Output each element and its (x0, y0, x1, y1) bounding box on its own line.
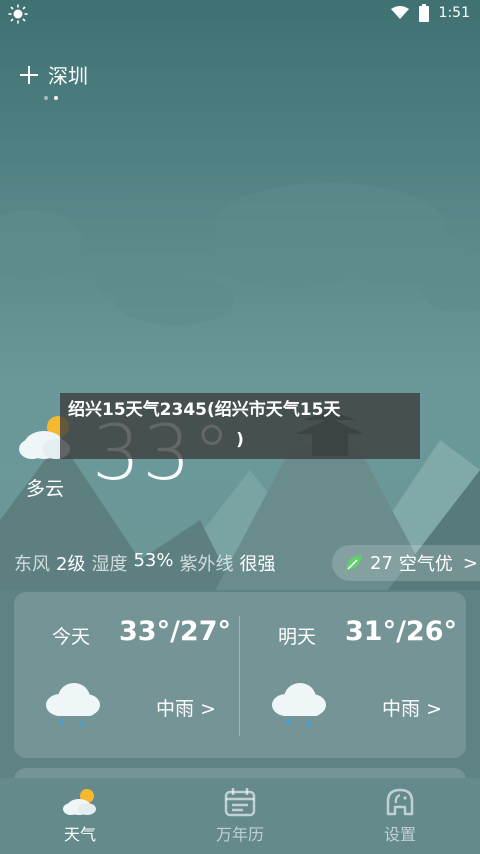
forecast-today[interactable]: 今天 33°/27° 中雨 > (14, 592, 240, 758)
chevron-right-icon: > (462, 552, 478, 574)
humidity-label: 湿度 (91, 554, 128, 575)
status-bar: 1:51 (0, 0, 480, 26)
city-header: 深圳 (18, 60, 88, 89)
leaf-icon (346, 555, 362, 571)
uv-label: 紫外线 (179, 554, 234, 575)
forecast-condition-link[interactable]: 中雨 > (382, 694, 442, 721)
air-quality-button[interactable]: 27 空气优 > (332, 545, 480, 581)
wind-value: 2级 (56, 554, 86, 575)
add-city-button[interactable] (18, 64, 40, 86)
tab-settings[interactable]: 设置 (320, 778, 480, 854)
forecast-day: 今天 (52, 626, 91, 648)
humidity-value: 53% (133, 550, 174, 571)
brightness-icon (8, 4, 28, 24)
forecast-card: 今天 33°/27° 中雨 > 明天 31°/26° 中雨 > (14, 592, 466, 758)
battery-icon (418, 4, 429, 22)
forecast-temp: 33°/27° (119, 616, 232, 647)
tab-label: 天气 (63, 825, 96, 844)
rain-cloud-icon (46, 683, 100, 727)
aqi-value: 27 (370, 552, 393, 574)
overlay-banner: 绍兴15天气2345(绍兴市天气15天 ) (60, 393, 420, 459)
city-name[interactable]: 深圳 (48, 60, 88, 89)
forecast-tomorrow[interactable]: 明天 31°/26° 中雨 > (240, 592, 466, 758)
wind-label: 东风 (14, 554, 50, 575)
settings-elephant-icon (386, 788, 414, 816)
tab-label: 设置 (383, 825, 416, 844)
forecast-day: 明天 (278, 626, 317, 648)
weather-details: 东风 2级 湿度 53% 紫外线 很强 (14, 550, 275, 576)
banner-line-1: 绍兴15天气2345(绍兴市天气15天 (68, 400, 341, 420)
current-condition: 多云 (26, 478, 65, 500)
aqi-label: 空气优 (398, 554, 453, 575)
page-dot (44, 96, 48, 100)
page-dot-active (54, 96, 58, 100)
banner-line-2: ) (236, 430, 244, 450)
tab-label: 万年历 (215, 825, 264, 844)
weather-tab-icon (63, 789, 96, 815)
status-time: 1:51 (438, 5, 470, 21)
bottom-tab-bar: 天气 万年历 设置 (0, 778, 480, 854)
tab-weather[interactable]: 天气 (0, 778, 160, 854)
forecast-condition-link[interactable]: 中雨 > (156, 694, 216, 721)
rain-cloud-icon (272, 683, 326, 727)
uv-value: 很强 (239, 554, 276, 575)
forecast-temp: 31°/26° (345, 616, 458, 647)
page-indicator (44, 96, 58, 100)
tab-calendar[interactable]: 万年历 (160, 778, 320, 854)
wifi-icon (390, 6, 409, 19)
calendar-icon (224, 788, 256, 817)
